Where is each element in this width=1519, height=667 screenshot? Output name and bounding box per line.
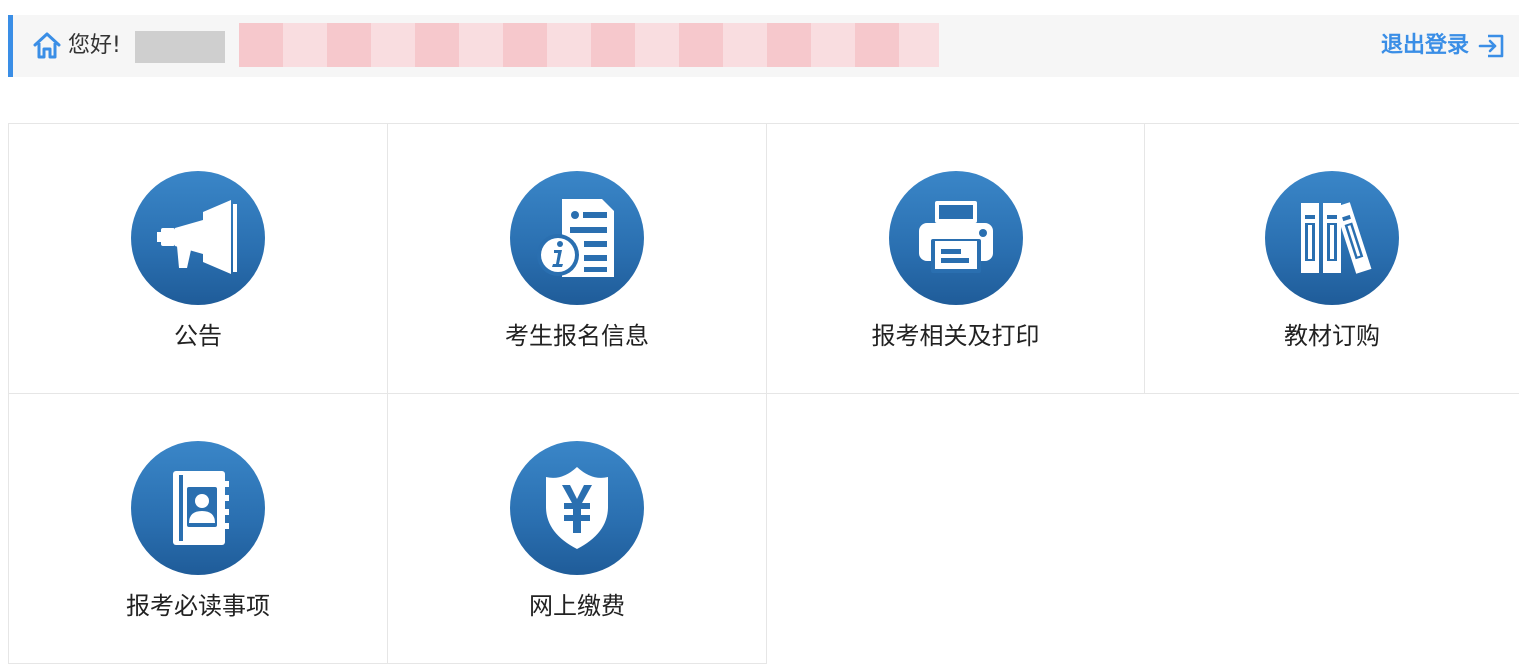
tile-label: 教材订购 [1284, 322, 1380, 350]
logout-label: 退出登录 [1380, 33, 1469, 58]
tile-label: 网上缴费 [529, 592, 625, 620]
tile-online-payment[interactable]: 网上缴费 [387, 393, 767, 664]
tile-label: 公告 [174, 322, 222, 350]
tile-registration-info[interactable]: 考生报名信息 [387, 123, 767, 394]
contact-book-icon [131, 441, 265, 575]
greeting-text: 您好! [68, 33, 121, 58]
tile-label: 报考相关及打印 [871, 322, 1040, 350]
megaphone-icon [131, 171, 265, 305]
tile-print[interactable]: 报考相关及打印 [766, 123, 1145, 394]
info-document-icon [510, 171, 644, 305]
tile-label: 报考必读事项 [126, 592, 270, 620]
logout-icon [1477, 31, 1507, 61]
logout-button[interactable]: 退出登录 [1381, 29, 1507, 63]
tile-textbook-order[interactable]: 教材订购 [1144, 123, 1519, 394]
tile-announcement[interactable]: 公告 [8, 123, 388, 394]
redacted-username [135, 31, 225, 63]
top-bar: 您好! 退出登录 [8, 15, 1519, 77]
tile-registration-notice[interactable]: 报考必读事项 [8, 393, 388, 664]
printer-icon [888, 171, 1023, 305]
home-icon[interactable] [31, 30, 63, 62]
books-icon [1265, 171, 1399, 305]
yuan-shield-icon [510, 441, 644, 575]
menu-grid: 公告 考生报名信息 报考相关及打印 教材订购 报考必读事项 网上缴费 [8, 123, 1519, 664]
tile-label: 考生报名信息 [505, 322, 649, 350]
redacted-info [239, 23, 939, 67]
